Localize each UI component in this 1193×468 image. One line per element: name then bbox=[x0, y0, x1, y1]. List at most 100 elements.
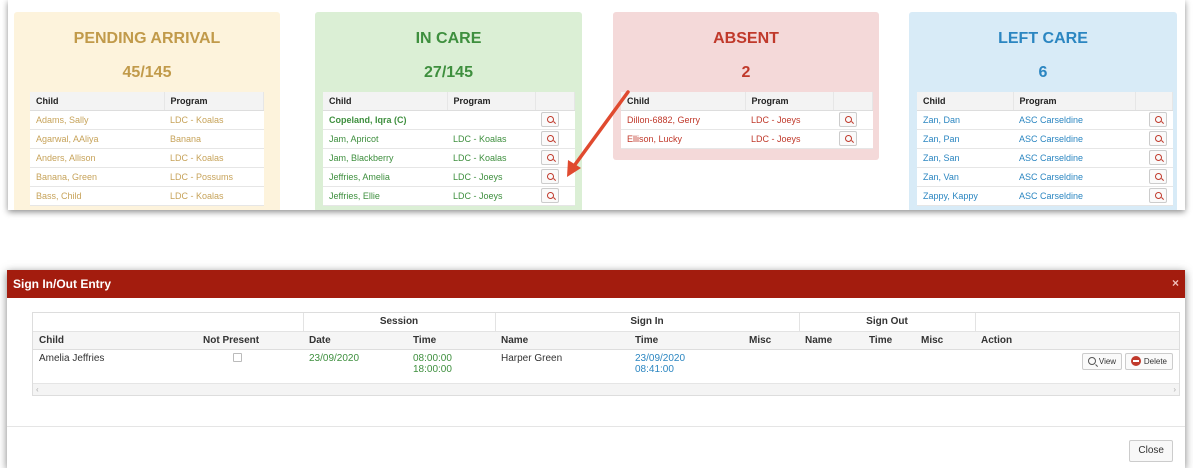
search-icon[interactable] bbox=[839, 131, 857, 146]
table-row: Amelia Jeffries 23/09/2020 08:00:00 18:0… bbox=[33, 349, 1179, 383]
table-row[interactable]: Banana, Green LDC - Possums bbox=[30, 167, 264, 187]
program-name: LDC - Koalas bbox=[164, 186, 264, 206]
program-name: LDC - Koalas bbox=[164, 148, 264, 168]
child-name[interactable]: Bass, Child bbox=[30, 186, 164, 206]
pending-arrival-title: PENDING ARRIVAL bbox=[73, 30, 221, 47]
horizontal-scrollbar[interactable]: ‹ › bbox=[33, 383, 1179, 395]
delete-button-label: Delete bbox=[1143, 356, 1167, 366]
search-icon[interactable] bbox=[541, 150, 559, 165]
child-name[interactable]: Dillon-6882, Gerry bbox=[621, 110, 745, 130]
modal-header: Sign In/Out Entry × bbox=[7, 270, 1185, 298]
table-row[interactable]: Anders, Allison LDC - Koalas bbox=[30, 148, 264, 168]
not-present-checkbox[interactable] bbox=[233, 352, 242, 365]
table-row[interactable]: Zappy, Kappy ASC Carseldine bbox=[917, 186, 1173, 206]
table-row[interactable]: Dillon-6882, Gerry LDC - Joeys bbox=[621, 110, 873, 130]
table-row[interactable]: Zan, Dan ASC Carseldine bbox=[917, 110, 1173, 130]
child-name[interactable]: Adams, Sally bbox=[30, 110, 164, 130]
col-action bbox=[1135, 92, 1173, 111]
child-name[interactable]: Zan, Dan bbox=[917, 110, 1013, 130]
in-care-count: 27/145 bbox=[424, 64, 473, 81]
child-name: Amelia Jeffries bbox=[39, 352, 105, 364]
col-child: Child bbox=[917, 92, 1014, 111]
child-name[interactable]: Zan, Pan bbox=[917, 129, 1013, 149]
search-icon[interactable] bbox=[541, 131, 559, 146]
program-name: LDC - Koalas bbox=[447, 148, 535, 168]
session-end-time: 18:00:00 bbox=[413, 363, 452, 375]
absent-title: ABSENT bbox=[713, 30, 779, 47]
table-row[interactable]: Zan, Pan ASC Carseldine bbox=[917, 129, 1173, 149]
close-icon[interactable]: × bbox=[1172, 276, 1179, 290]
col-date: Date bbox=[303, 331, 407, 350]
child-name[interactable]: Jam, Blackberry bbox=[323, 148, 447, 168]
col-sign-out-name: Name bbox=[799, 331, 863, 350]
sign-in-time: 23/09/2020 08:41:00 bbox=[629, 349, 743, 383]
group-blank bbox=[33, 313, 304, 332]
left-care-count: 6 bbox=[1038, 64, 1048, 81]
table-row[interactable]: Jeffries, Amelia LDC - Joeys bbox=[323, 167, 575, 187]
search-icon[interactable] bbox=[541, 188, 559, 203]
absent-panel: ABSENT 2 Child Program Dillon-6882, Gerr… bbox=[613, 12, 879, 160]
program-name: ASC Carseldine bbox=[1013, 167, 1135, 187]
program-name: ASC Carseldine bbox=[1013, 110, 1135, 130]
search-icon[interactable] bbox=[541, 169, 559, 184]
search-icon[interactable] bbox=[1148, 131, 1167, 146]
sign-in-date: 23/09/2020 bbox=[635, 352, 686, 364]
child-name[interactable]: Copeland, Iqra (C) bbox=[323, 110, 447, 130]
child-name[interactable]: Agarwal, AAliya bbox=[30, 129, 164, 149]
table-row[interactable]: Bass, Child LDC - Koalas bbox=[30, 186, 264, 206]
search-icon[interactable] bbox=[1148, 169, 1167, 184]
col-child: Child Not Present bbox=[33, 331, 303, 350]
table-row[interactable]: Agarwal, AAliya Banana bbox=[30, 129, 264, 149]
group-action-blank bbox=[975, 313, 1179, 332]
pending-arrival-panel: PENDING ARRIVAL 45/145 Child Program Ada… bbox=[14, 12, 280, 210]
search-icon[interactable] bbox=[1148, 150, 1167, 165]
table-row[interactable]: Jam, Apricot LDC - Koalas bbox=[323, 129, 575, 149]
delete-button[interactable]: Delete bbox=[1124, 352, 1173, 370]
child-name[interactable]: Banana, Green bbox=[30, 167, 164, 187]
scroll-left-arrow[interactable]: ‹ bbox=[36, 385, 39, 394]
child-name[interactable]: Jam, Apricot bbox=[323, 129, 447, 149]
child-name[interactable]: Jeffries, Amelia bbox=[323, 167, 447, 187]
program-name bbox=[447, 110, 535, 130]
child-name[interactable]: Zan, San bbox=[917, 148, 1013, 168]
col-sign-out-time: Time bbox=[863, 331, 915, 350]
child-name[interactable]: Zappy, Kappy bbox=[917, 186, 1013, 206]
absent-table: Child Program Dillon-6882, Gerry LDC - Jo… bbox=[621, 92, 873, 149]
left-care-table: Child Program Zan, Dan ASC Carseldine Zan… bbox=[917, 92, 1173, 206]
child-name[interactable]: Zan, Van bbox=[917, 167, 1013, 187]
modal-title: Sign In/Out Entry bbox=[13, 277, 111, 291]
table-row[interactable]: Copeland, Iqra (C) bbox=[323, 110, 575, 130]
search-icon[interactable] bbox=[1148, 112, 1167, 127]
sign-out-misc bbox=[915, 349, 975, 383]
sign-out-name bbox=[799, 349, 863, 383]
group-session: Session bbox=[303, 313, 496, 332]
sign-in-misc bbox=[743, 349, 799, 383]
table-row[interactable]: Adams, Sally LDC - Koalas bbox=[30, 110, 264, 130]
sign-in-out-modal: Sign In/Out Entry × Session Sign In Sign… bbox=[7, 270, 1185, 468]
view-button-label: View bbox=[1098, 356, 1117, 366]
minus-circle-icon bbox=[1130, 356, 1141, 366]
close-button[interactable]: Close bbox=[1129, 440, 1173, 462]
table-row[interactable]: Jam, Blackberry LDC - Koalas bbox=[323, 148, 575, 168]
modal-footer-divider bbox=[7, 426, 1185, 427]
col-sign-in-time: Time bbox=[629, 331, 743, 350]
in-care-title: IN CARE bbox=[415, 30, 482, 47]
search-icon[interactable] bbox=[541, 112, 559, 127]
col-not-present-label: Not Present bbox=[203, 334, 260, 346]
col-sign-in-misc: Misc bbox=[743, 331, 799, 350]
scroll-right-arrow[interactable]: › bbox=[1173, 385, 1176, 394]
group-sign-out: Sign Out bbox=[799, 313, 976, 332]
program-name: LDC - Possums bbox=[164, 167, 264, 187]
child-name[interactable]: Ellison, Lucky bbox=[621, 129, 745, 149]
search-icon[interactable] bbox=[839, 112, 857, 127]
child-name[interactable]: Anders, Allison bbox=[30, 148, 164, 168]
table-row[interactable]: Zan, San ASC Carseldine bbox=[917, 148, 1173, 168]
table-row[interactable]: Jeffries, Ellie LDC - Joeys bbox=[323, 186, 575, 206]
col-program: Program bbox=[1013, 92, 1136, 111]
child-name[interactable]: Jeffries, Ellie bbox=[323, 186, 447, 206]
table-row[interactable]: Zan, Van ASC Carseldine bbox=[917, 167, 1173, 187]
table-row[interactable]: Ellison, Lucky LDC - Joeys bbox=[621, 129, 873, 149]
search-icon[interactable] bbox=[1148, 188, 1167, 203]
view-button[interactable]: View bbox=[1081, 352, 1123, 370]
pending-arrival-count: 45/145 bbox=[122, 64, 172, 81]
